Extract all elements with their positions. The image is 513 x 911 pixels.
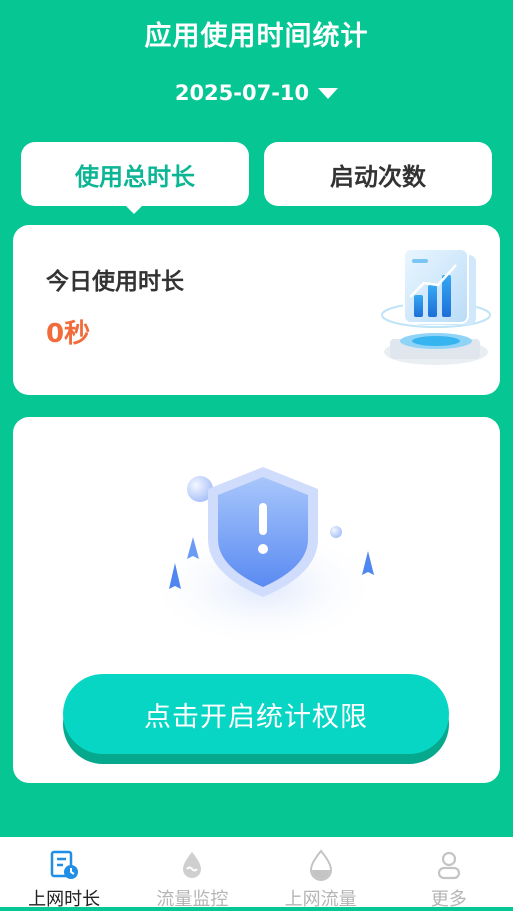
enable-permission-button[interactable]: 点击开启统计权限 — [63, 674, 449, 754]
nav-item-traffic-monitor[interactable]: 流量监控 — [128, 837, 256, 910]
bottom-navigation: 上网时长 流量监控 上网流量 更多 — [0, 837, 513, 910]
nav-label-traffic-monitor: 流量监控 — [156, 889, 229, 910]
today-usage-label: 今日使用时长 — [46, 269, 184, 295]
user-icon — [433, 849, 465, 881]
tab-launch-count[interactable]: 启动次数 — [264, 142, 492, 206]
page-title: 应用使用时间统计 — [144, 21, 369, 52]
nav-label-online-traffic: 上网流量 — [284, 889, 357, 910]
nav-item-more[interactable]: 更多 — [385, 837, 513, 910]
nav-item-online-traffic[interactable]: 上网流量 — [257, 837, 385, 910]
nav-item-online-duration[interactable]: 上网时长 — [0, 837, 128, 910]
water-level-icon — [305, 849, 337, 881]
permission-card: 点击开启统计权限 — [13, 417, 500, 783]
nav-label-online-duration: 上网时长 — [28, 889, 101, 910]
shield-warning-illustration-icon — [145, 467, 381, 649]
today-usage-value: 0秒 — [46, 319, 91, 349]
nav-label-more: 更多 — [430, 889, 467, 910]
caret-down-icon — [318, 88, 339, 99]
tab-total-duration[interactable]: 使用总时长 — [21, 142, 249, 206]
date-picker[interactable]: 2025-07-10 — [0, 78, 513, 108]
report-clock-icon — [48, 849, 80, 881]
active-tab-pointer — [124, 204, 144, 214]
bar-chart-illustration-icon — [381, 248, 491, 365]
date-value: 2025-07-10 — [174, 81, 310, 105]
water-drop-icon — [176, 849, 208, 881]
today-usage-card: 今日使用时长 0秒 — [13, 225, 500, 395]
